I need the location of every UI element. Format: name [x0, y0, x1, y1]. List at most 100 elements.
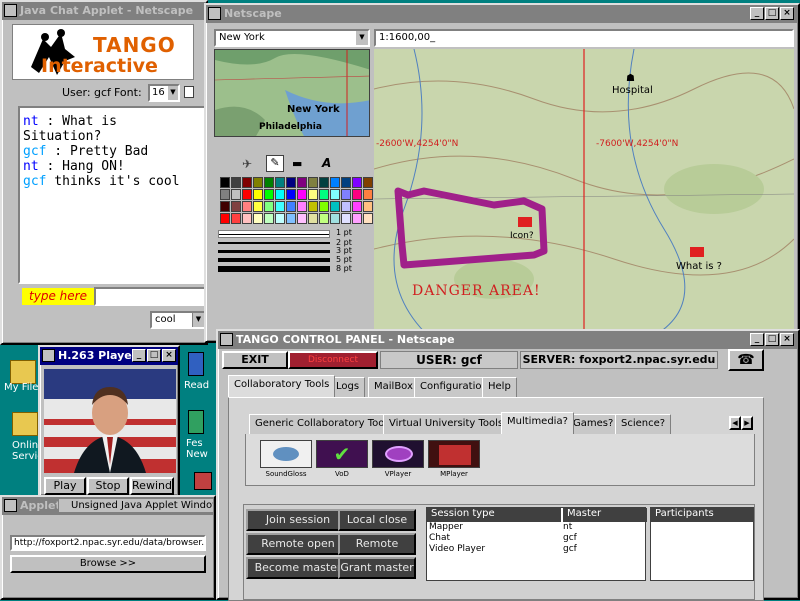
grant-master-button[interactable]: Grant master: [338, 557, 416, 579]
color-swatch[interactable]: [242, 213, 252, 224]
color-swatch[interactable]: [242, 201, 252, 212]
scale-field[interactable]: 1:1600,00_: [374, 29, 794, 47]
color-swatch[interactable]: [330, 177, 340, 188]
tool-mplayer[interactable]: MPlayer: [428, 440, 480, 482]
subtab-virtual-university[interactable]: Virtual University Tools?: [383, 414, 515, 434]
color-swatch[interactable]: [341, 201, 351, 212]
color-swatch[interactable]: [275, 213, 285, 224]
color-swatch[interactable]: [308, 201, 318, 212]
color-swatch[interactable]: [286, 213, 296, 224]
color-swatch[interactable]: [352, 213, 362, 224]
color-swatch[interactable]: [297, 177, 307, 188]
browse-button[interactable]: Browse >>: [10, 555, 206, 573]
color-swatch[interactable]: [363, 177, 373, 188]
map-titlebar[interactable]: Netscape _ □ ×: [206, 5, 798, 23]
color-swatch[interactable]: [231, 213, 241, 224]
color-swatch[interactable]: [231, 189, 241, 200]
color-swatch[interactable]: [363, 189, 373, 200]
bold-toggle[interactable]: [184, 86, 194, 98]
tab-help[interactable]: Help: [482, 377, 517, 397]
subtab-science[interactable]: Science?: [615, 414, 672, 434]
subtab-multimedia[interactable]: Multimedia?: [501, 412, 574, 434]
color-swatch[interactable]: [231, 201, 241, 212]
color-swatch[interactable]: [253, 213, 263, 224]
color-swatch[interactable]: [341, 189, 351, 200]
line-width-2[interactable]: [218, 242, 330, 244]
color-swatch[interactable]: [242, 189, 252, 200]
tool-soundgloss[interactable]: SoundGloss: [260, 440, 312, 482]
color-swatch[interactable]: [253, 201, 263, 212]
scroll-right-icon[interactable]: ▶: [741, 416, 753, 430]
color-swatch[interactable]: [330, 213, 340, 224]
chat-input[interactable]: [94, 287, 206, 306]
color-swatch[interactable]: [363, 201, 373, 212]
color-swatch[interactable]: [264, 201, 274, 212]
color-swatch[interactable]: [275, 177, 285, 188]
color-swatch[interactable]: [308, 189, 318, 200]
line-width-1[interactable]: [218, 230, 330, 238]
color-swatch[interactable]: [264, 189, 274, 200]
close-icon[interactable]: ×: [780, 333, 794, 346]
rewind-button[interactable]: Rewind: [130, 477, 174, 495]
join-session-button[interactable]: Join session: [246, 509, 350, 531]
color-swatch[interactable]: [319, 189, 329, 200]
color-swatch[interactable]: [286, 189, 296, 200]
color-swatch[interactable]: [363, 213, 373, 224]
app-icon[interactable]: [194, 472, 212, 490]
overview-map[interactable]: New York Philadelphia: [214, 49, 370, 137]
minimize-icon[interactable]: _: [750, 7, 764, 20]
color-swatch[interactable]: [220, 201, 230, 212]
play-button[interactable]: Play: [44, 477, 86, 495]
minimize-icon[interactable]: _: [750, 333, 764, 346]
tab-mailbox[interactable]: MailBox: [368, 377, 419, 397]
close-icon[interactable]: ×: [162, 349, 176, 362]
color-swatch[interactable]: [264, 177, 274, 188]
color-swatch[interactable]: [253, 189, 263, 200]
record-button[interactable]: Disconnect: [288, 351, 378, 369]
color-swatch[interactable]: [352, 177, 362, 188]
table-row[interactable]: Chat gcf: [429, 533, 645, 543]
color-swatch[interactable]: [220, 213, 230, 224]
subtab-generic[interactable]: Generic Collaboratory Tools?: [249, 414, 404, 434]
scroll-left-icon[interactable]: ◀: [729, 416, 741, 430]
close-icon[interactable]: ×: [780, 7, 794, 20]
color-swatch[interactable]: [286, 177, 296, 188]
font-size-select[interactable]: 16 ▼: [148, 84, 180, 102]
color-swatch[interactable]: [319, 201, 329, 212]
exit-button[interactable]: EXIT: [222, 351, 288, 369]
color-swatch[interactable]: [286, 201, 296, 212]
color-swatch[interactable]: [220, 189, 230, 200]
city-select[interactable]: New York ▼: [214, 29, 370, 47]
color-swatch[interactable]: [275, 201, 285, 212]
subtab-games[interactable]: Games?: [567, 414, 620, 434]
local-close-button[interactable]: Local close: [338, 509, 416, 531]
pen-tool-icon[interactable]: ✎: [266, 155, 284, 172]
phone-button[interactable]: ☎: [728, 349, 764, 371]
hospital-marker-icon[interactable]: ☗: [626, 73, 635, 84]
maximize-icon[interactable]: □: [147, 349, 161, 362]
color-swatch[interactable]: [308, 213, 318, 224]
plane-tool-icon[interactable]: ✈: [242, 157, 252, 171]
tool-vplayer[interactable]: VPlayer: [372, 440, 424, 482]
color-swatch[interactable]: [352, 189, 362, 200]
table-row[interactable]: Mapper nt: [429, 522, 645, 532]
color-swatch[interactable]: [319, 177, 329, 188]
tab-collaboratory-tools[interactable]: Collaboratory Tools: [228, 375, 336, 397]
truck-tool-icon[interactable]: ▬: [292, 157, 302, 170]
color-swatch[interactable]: [352, 201, 362, 212]
remote-close-button[interactable]: Remote close: [338, 533, 416, 568]
color-swatch[interactable]: [264, 213, 274, 224]
color-swatch[interactable]: [319, 213, 329, 224]
chat-titlebar[interactable]: Java Chat Applet - Netscape: [2, 2, 206, 20]
url-field[interactable]: http://foxport2.npac.syr.edu/data/browse…: [10, 535, 206, 551]
video-titlebar[interactable]: H.263 Player _ □ ×: [40, 347, 178, 365]
control-titlebar[interactable]: TANGO CONTROL PANEL - Netscape _ □ ×: [218, 331, 798, 349]
mood-select[interactable]: cool ▼: [150, 311, 206, 329]
color-swatch[interactable]: [341, 213, 351, 224]
color-swatch[interactable]: [308, 177, 318, 188]
maximize-icon[interactable]: □: [765, 333, 779, 346]
color-swatch[interactable]: [242, 177, 252, 188]
color-swatch[interactable]: [253, 177, 263, 188]
color-swatch[interactable]: [297, 213, 307, 224]
line-width-5[interactable]: [218, 258, 330, 262]
